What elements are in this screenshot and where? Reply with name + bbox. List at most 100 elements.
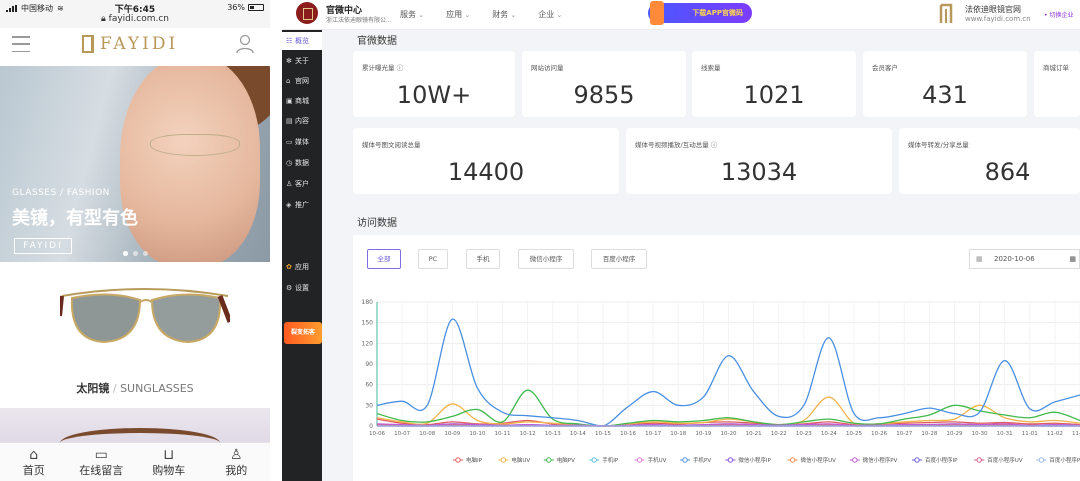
x-tick-label: 10-20 (721, 431, 737, 437)
data-icon: ◷ (286, 159, 293, 167)
product-preview-next[interactable] (0, 408, 270, 442)
apps-icon: ✿ (286, 263, 292, 271)
sidebar-item-label: 应用 (295, 263, 309, 271)
sidebar-item-mall[interactable]: ▣ 商城 (282, 92, 322, 110)
url-bar[interactable]: 🔒︎ fayidi.com.cn (0, 14, 270, 24)
sidebar-item-media[interactable]: ▭ 媒体 (282, 133, 322, 151)
x-tick-label: 10-26 (871, 431, 887, 437)
sidebar-item-settings[interactable]: ⚙ 设置 (282, 279, 322, 297)
top-bar: 官微中心 浙江法依迪眼镜有限公... 服务 应用 财务 企业 下载APP官微码 … (282, 0, 1080, 30)
y-tick-label: 30 (365, 402, 373, 409)
mobile-header: FAYIDI (0, 28, 270, 66)
tab-mine[interactable]: ♙ 我的 (203, 443, 271, 481)
product-separator: / (112, 382, 117, 395)
sidebar-item-label: 媒体 (295, 138, 309, 146)
stat-card[interactable]: 网站访问量 9855 (522, 51, 686, 117)
legend-label: 电脑PV (557, 456, 575, 464)
sidebar-item-website[interactable]: ⌂ 官网 (282, 72, 322, 90)
x-tick-label: 10-24 (821, 431, 837, 437)
hero-subtitle: GLASSES / FASHION (12, 188, 110, 198)
stat-label: 累计曝光量 ⓘ (362, 64, 404, 72)
x-tick-label: 10-25 (846, 431, 862, 437)
stat-card[interactable]: 累计曝光量 ⓘ 10W+ (353, 51, 515, 117)
sidebar-item-promote[interactable]: ◈ 推广 (282, 196, 322, 214)
mall-icon: ▣ (286, 97, 293, 105)
product-label: 太阳镜 / SUNGLASSES (0, 380, 270, 396)
legend-marker (727, 457, 734, 463)
x-tick-label: 10-09 (444, 431, 460, 437)
date-picker[interactable]: ▦ 2020-10-06 ▦ (969, 249, 1080, 269)
filter-wechat-mini[interactable]: 微信小程序 (518, 249, 574, 269)
stat-card[interactable]: 会员客户 431 (863, 51, 1027, 117)
carousel-dots[interactable] (0, 251, 270, 256)
stat-card[interactable]: 商城订单 (1034, 51, 1080, 117)
sidebar-item-label: 商城 (295, 97, 309, 105)
x-tick-label: 10-28 (921, 431, 937, 437)
y-tick-label: 0 (369, 423, 373, 430)
sidebar-item-customer[interactable]: ♙ 客户 (282, 175, 322, 193)
x-tick-label: 10-17 (645, 431, 661, 437)
tab-message[interactable]: ▭ 在线留言 (68, 443, 136, 481)
sidebar-item-apps[interactable]: ✿ 应用 (282, 258, 322, 276)
stat-card[interactable]: 线索量 1021 (692, 51, 856, 117)
brand-logo-icon[interactable] (296, 2, 318, 24)
filter-pc[interactable]: PC (418, 249, 448, 269)
visit-line-chart: 0 30 60 90 120 150 180 10-06 10-07 10-08 10-09 10-1… (362, 299, 1080, 464)
y-tick-label: 60 (365, 382, 373, 389)
stat-card[interactable]: 媒体号视频播放/互动总量 ⓘ 13034 (626, 128, 892, 194)
x-tick-label: 11-02 (1047, 431, 1063, 437)
stat-value: 9855 (573, 81, 635, 109)
nav-apps[interactable]: 应用 (446, 9, 470, 20)
x-tick-label: 10-19 (695, 431, 711, 437)
tortoise-glasses-shape (60, 428, 220, 442)
legend-marker (976, 457, 982, 463)
logo-mark-icon (82, 35, 94, 53)
sidebar-item-label: 内容 (295, 117, 309, 125)
user-icon[interactable] (236, 34, 254, 54)
legend-marker (636, 457, 643, 463)
tab-label: 购物车 (152, 464, 186, 477)
stat-value: 1021 (743, 81, 805, 109)
product-sunglasses[interactable]: 太阳镜 / SUNGLASSES (0, 262, 270, 408)
phone-icon (650, 1, 664, 25)
sidebar-item-data[interactable]: ◷ 数据 (282, 154, 322, 172)
nav-enterprise[interactable]: 企业 (538, 9, 562, 20)
menu-icon[interactable] (12, 36, 30, 52)
nav-service[interactable]: 服务 (400, 9, 424, 20)
hero-title: 美镜，有型有色 (12, 208, 138, 229)
sidebar-item-content[interactable]: ▤ 内容 (282, 112, 322, 130)
x-tick-label: 10-15 (595, 431, 611, 437)
sidebar-item-overview[interactable]: ☷ 概览 (282, 32, 322, 50)
filter-mobile[interactable]: 手机 (466, 249, 500, 269)
mobile-site-screenshot: 中国移动 ≋ 下午6:45 🔒︎ fayidi.com.cn 36% FAYID… (0, 0, 270, 481)
stat-label: 会员客户 (872, 64, 898, 72)
tab-label: 在线留言 (79, 464, 124, 477)
x-tick-label: 10-30 (972, 431, 988, 437)
x-tick-label: 11-03 (1072, 431, 1080, 437)
battery-icon (248, 4, 264, 11)
sidebar-item-about[interactable]: ✻ 关于 (282, 52, 322, 70)
nav-finance[interactable]: 财务 (492, 9, 516, 20)
fission-promo-badge[interactable]: 裂变拓客 (284, 322, 322, 344)
date-value: 2020-10-06 (994, 255, 1035, 263)
site-logo[interactable]: FAYIDI (82, 34, 178, 54)
stat-value: 431 (922, 81, 968, 109)
switch-enterprise-link[interactable]: • 切换企业 (1044, 10, 1073, 19)
y-tick-label: 90 (365, 361, 373, 368)
legend-label: 手机PV (693, 456, 711, 464)
tab-cart[interactable]: ⊔ 购物车 (135, 443, 203, 481)
legend-label: 百度小程序UV (987, 456, 1023, 464)
legend-label: 电脑IP (466, 456, 483, 464)
product-name-cn: 太阳镜 (76, 382, 110, 395)
stat-card[interactable]: 媒体号转发/分享总量 864 (899, 128, 1080, 194)
stat-value: 14400 (447, 158, 525, 186)
sidebar: ☷ 概览 ✻ 关于 ⌂ 官网 ▣ 商城 ▤ 内容 ▭ 媒体 ◷ 数据 ♙ 客户 ◈ 推广 ✿ 应用 … (282, 30, 322, 481)
filter-all[interactable]: 全部 (367, 249, 401, 269)
filter-baidu-mini[interactable]: 百度小程序 (591, 249, 647, 269)
hero-banner[interactable]: GLASSES / FASHION 美镜，有型有色 FAYIDI (0, 66, 270, 262)
company-name: 法依迪眼镜官网 (965, 5, 1021, 14)
stat-card[interactable]: 媒体号图文阅读总量 14400 (353, 128, 619, 194)
tab-home[interactable]: ⌂ 首页 (0, 443, 68, 481)
x-tick-label: 10-18 (670, 431, 686, 437)
sidebar-item-label: 客户 (295, 180, 309, 188)
